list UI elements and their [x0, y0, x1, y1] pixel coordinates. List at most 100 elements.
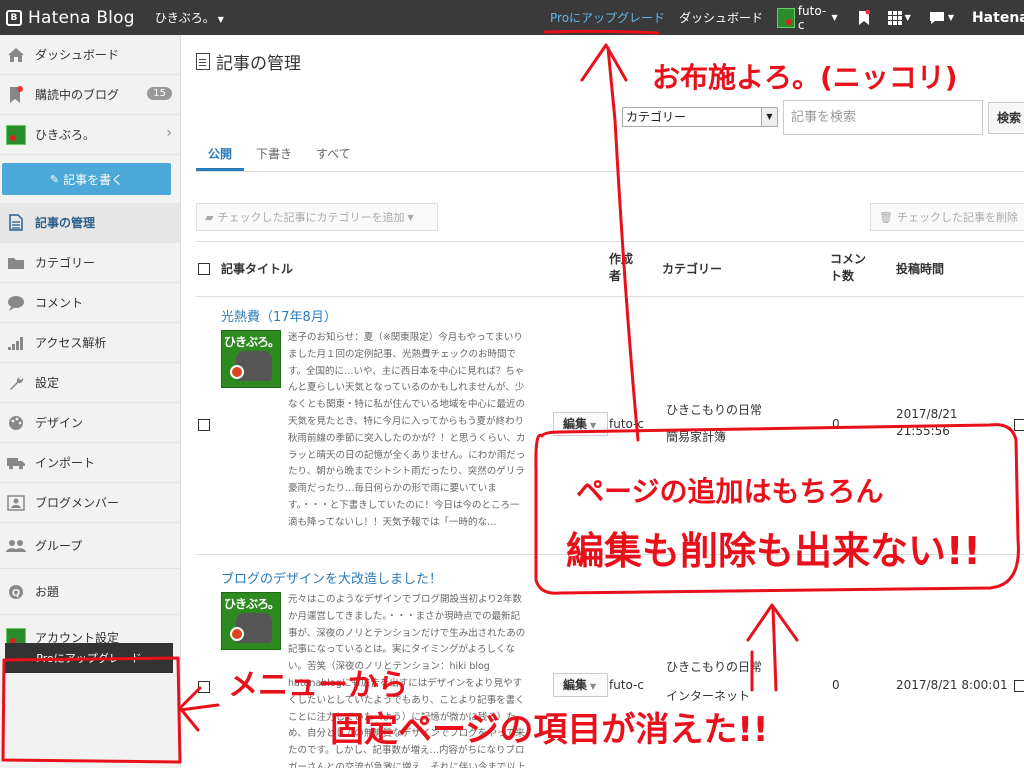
- chart-icon: [6, 333, 26, 353]
- write-article-button[interactable]: ✎ 記事を書く: [2, 163, 171, 195]
- blog-selector[interactable]: ひきぶろ。 ▼: [155, 9, 224, 26]
- article-title-link[interactable]: ブログのデザインを大改造しました！: [221, 568, 442, 587]
- sidebar-item-import[interactable]: インポート: [0, 443, 180, 483]
- sidebar-item-articles[interactable]: 記事の管理: [0, 203, 180, 243]
- column-title: 記事タイトル: [221, 262, 294, 276]
- annotation-bottom-line2: 固定ページの項目が消えた!!: [330, 710, 769, 750]
- user-menu[interactable]: futo-c ▼: [777, 4, 838, 32]
- palette-icon: [6, 413, 26, 433]
- top-bar: B Hatena Blog ひきぶろ。 ▼ Proにアップグレード ダッシュボード…: [0, 0, 1024, 35]
- bookmark-icon[interactable]: [858, 9, 870, 26]
- article-tabs: 公開 下書き すべて: [196, 138, 1024, 172]
- group-icon: [6, 536, 26, 556]
- subscription-count-badge: 15: [147, 87, 172, 100]
- document-icon: [196, 53, 210, 70]
- annotation-bottom-line1: メニューから: [228, 668, 408, 703]
- article-author[interactable]: futo-c: [609, 416, 644, 433]
- thumbnail-logo: ひきぶろ。: [224, 597, 280, 611]
- edit-button[interactable]: 編集 ▼: [553, 412, 608, 436]
- search-input[interactable]: 記事を検索: [783, 100, 983, 135]
- sidebar-item-theme[interactable]: Q お題: [0, 569, 180, 615]
- category-filter-select[interactable]: カテゴリー ▼: [622, 107, 778, 127]
- table-row: 光熱費（17年8月） ひきぶろ。 迷子のお知らせ：夏（※関東限定）今月もやってま…: [196, 297, 1024, 555]
- article-category[interactable]: ひきこもりの日常: [666, 659, 762, 676]
- edit-button[interactable]: 編集 ▼: [553, 673, 608, 697]
- hatena-link[interactable]: Hatena: [972, 10, 1024, 26]
- svg-text:Q: Q: [12, 588, 21, 599]
- tab-published[interactable]: 公開: [196, 138, 245, 171]
- tab-drafts[interactable]: 下書き: [244, 138, 304, 171]
- thumbnail-logo: ひきぶろ。: [224, 335, 280, 349]
- sidebar-item-category[interactable]: カテゴリー: [0, 243, 180, 283]
- main-content: 記事の管理 カテゴリー ▼ 記事を検索 検索 公開 下書き すべて ▰ チェックし…: [182, 35, 1024, 768]
- caret-down-icon: ▼: [947, 13, 954, 22]
- external-link-icon[interactable]: [1014, 419, 1024, 431]
- bulk-delete-button[interactable]: 🗑 チェックした記事を削除: [870, 203, 1024, 231]
- sidebar-item-label: ひきぶろ。: [35, 128, 96, 142]
- sidebar-item-label: お題: [35, 585, 60, 599]
- sidebar-item-group[interactable]: グループ: [0, 523, 180, 569]
- member-icon: [6, 493, 26, 513]
- sidebar-item-subscriptions[interactable]: 購読中のブログ 15: [0, 75, 180, 115]
- grid-menu-icon[interactable]: ▼: [887, 10, 911, 25]
- truck-icon: [6, 453, 26, 473]
- sidebar-item-label: ブログメンバー: [35, 496, 120, 510]
- bulk-add-category-button[interactable]: ▰ チェックした記事にカテゴリーを追加 ▼: [196, 203, 438, 231]
- bookmark-icon: [6, 85, 26, 105]
- bulk-delete-label: チェックした記事を削除: [896, 211, 1018, 224]
- edit-button-label: 編集: [563, 678, 588, 692]
- caret-down-icon: ▼: [904, 13, 911, 22]
- article-thumbnail[interactable]: ひきぶろ。: [221, 330, 281, 388]
- sidebar-item-analytics[interactable]: アクセス解析: [0, 323, 180, 363]
- sidebar-item-settings[interactable]: 設定: [0, 363, 180, 403]
- sidebar-item-dashboard[interactable]: ダッシュボード: [0, 35, 180, 75]
- sidebar-pro-upgrade-button[interactable]: Proにアップグレード: [5, 643, 173, 673]
- row-checkbox[interactable]: [198, 681, 210, 693]
- article-category[interactable]: 簡易家計簿: [666, 429, 726, 446]
- bulk-add-category-label: チェックした記事にカテゴリーを追加: [217, 211, 405, 224]
- annotation-top: お布施よろ。(ニッコリ): [652, 61, 958, 94]
- sidebar-item-label: カテゴリー: [35, 256, 96, 270]
- search-button[interactable]: 検索: [988, 102, 1024, 134]
- notification-icon[interactable]: ▼: [929, 11, 954, 25]
- caret-down-icon: ▼: [217, 15, 224, 24]
- dashboard-link[interactable]: ダッシュボード: [679, 9, 763, 26]
- article-thumbnail[interactable]: ひきぶろ。: [221, 592, 281, 650]
- wrench-icon: [6, 373, 26, 393]
- row-checkbox[interactable]: [198, 419, 210, 431]
- article-excerpt: 迷子のお知らせ：夏（※関東限定）今月もやってまいりました月１回の定例記事、光熱費…: [288, 332, 526, 528]
- folder-icon: ▰: [205, 210, 214, 224]
- external-link-icon[interactable]: [1014, 680, 1024, 692]
- tab-all[interactable]: すべて: [304, 138, 363, 171]
- caret-down-icon: ▼: [590, 421, 597, 430]
- home-icon: [6, 45, 26, 65]
- page-title: 記事の管理: [196, 49, 301, 74]
- sidebar-item-blog[interactable]: ひきぶろ。 ›: [0, 115, 180, 155]
- article-author[interactable]: futo-c: [609, 677, 644, 694]
- blog-selector-label: ひきぶろ。: [154, 11, 215, 25]
- column-comments: コメント数: [830, 252, 867, 283]
- annotation-middle-line1: ページの追加はもちろん: [576, 475, 884, 508]
- annotation-middle-line2: 編集も削除も出来ない!!: [566, 529, 981, 573]
- folder-icon: [6, 253, 26, 273]
- page-title-text: 記事の管理: [216, 54, 301, 74]
- trash-icon: 🗑: [879, 210, 893, 224]
- article-time: 21:55:56: [896, 424, 950, 438]
- table-header: 記事タイトル 作成者 カテゴリー コメント数 投稿時間: [196, 241, 1024, 297]
- sidebar-item-label: 設定: [35, 376, 60, 390]
- article-category[interactable]: ひきこもりの日常: [666, 402, 762, 419]
- sidebar-item-label: デザイン: [35, 416, 84, 430]
- caret-down-icon: ▼: [590, 682, 597, 691]
- article-date: 2017/8/21 8:00:01: [896, 678, 1008, 692]
- top-right-nav: Proにアップグレード ダッシュボード futo-c ▼ ▼ ▼ Hatena: [540, 0, 1024, 35]
- article-comment-count: 0: [832, 678, 840, 692]
- sidebar-item-design[interactable]: デザイン: [0, 403, 180, 443]
- hatena-blog-logo[interactable]: B Hatena Blog: [0, 8, 135, 28]
- sidebar-item-comment[interactable]: コメント: [0, 283, 180, 323]
- sidebar-item-members[interactable]: ブログメンバー: [0, 483, 180, 523]
- select-all-checkbox[interactable]: [198, 263, 210, 275]
- article-title-link[interactable]: 光熱費（17年8月）: [221, 306, 337, 325]
- pro-upgrade-link[interactable]: Proにアップグレード: [550, 9, 665, 26]
- sidebar-item-label: インポート: [35, 456, 96, 470]
- sidebar-item-label: コメント: [35, 296, 84, 310]
